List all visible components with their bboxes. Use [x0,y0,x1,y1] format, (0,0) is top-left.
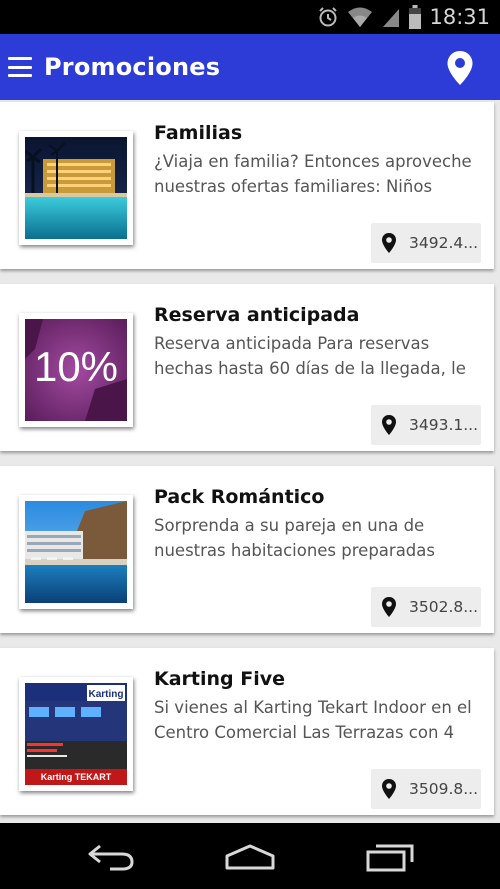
discount-text: 10% [34,343,118,390]
alarm-icon [319,7,338,27]
wifi-icon [348,7,373,27]
battery-icon [409,5,422,29]
hamburger-icon[interactable] [8,57,32,77]
signal-icon [383,9,400,27]
promotion-thumbnail: 10% [19,313,133,427]
promotion-card[interactable]: 10% Reserva anticipada Reserva anticipad… [0,284,494,451]
promotion-title: Reserva anticipada [154,304,360,326]
promotion-title: Pack Romántico [154,486,325,508]
recent-apps-icon[interactable] [366,840,416,872]
promotion-title: Familias [154,122,243,144]
promotion-thumbnail [19,495,133,609]
promotion-card[interactable]: Familias ¿Viaja en familia? Entonces apr… [0,102,494,269]
distance-chip[interactable]: 3502.8... [371,587,481,627]
distance-label: 3502.8... [409,598,479,616]
app-bar: Promociones [0,34,500,100]
system-nav-bar [0,823,500,889]
distance-label: 3493.1... [409,416,479,434]
discount-image: 10% [25,319,127,421]
location-pin-icon [382,597,396,617]
svg-text:Karting: Karting [89,689,124,700]
status-bar: 18:31 [0,0,500,34]
promotion-card[interactable]: Pack Romántico Sorprenda a su pareja en … [0,466,494,633]
hotel-pool-night-image [25,137,127,239]
distance-label: 3492.4... [409,234,479,252]
promotion-card[interactable]: Karting Karting TEKART Karting Five Si v… [0,648,494,815]
promotion-description: Reserva anticipada Para reservas hechas … [154,334,466,378]
hotel-pool-day-image [25,501,127,603]
page-title: Promociones [44,53,221,81]
location-pin-icon [382,779,396,799]
distance-label: 3509.8... [409,780,479,798]
promotion-thumbnail [19,131,133,245]
karting-logo-text: Karting TEKART [41,772,112,782]
promotion-description: Sorprenda a su pareja en una de nuestras… [154,516,435,560]
location-pin-icon[interactable] [446,50,474,86]
promotion-thumbnail: Karting Karting TEKART [19,677,133,791]
status-time: 18:31 [429,5,490,29]
karting-image: Karting Karting TEKART [25,683,127,785]
promotion-description: Si vienes al Karting Tekart Indoor en el… [154,698,472,742]
promotion-description: ¿Viaja en familia? Entonces aproveche nu… [154,152,472,196]
back-icon[interactable] [86,840,136,872]
promotion-title: Karting Five [154,668,286,690]
distance-chip[interactable]: 3492.4... [371,223,481,263]
location-pin-icon [382,233,396,253]
location-pin-icon [382,415,396,435]
distance-chip[interactable]: 3509.8... [371,769,481,809]
distance-chip[interactable]: 3493.1... [371,405,481,445]
home-icon[interactable] [224,840,276,872]
